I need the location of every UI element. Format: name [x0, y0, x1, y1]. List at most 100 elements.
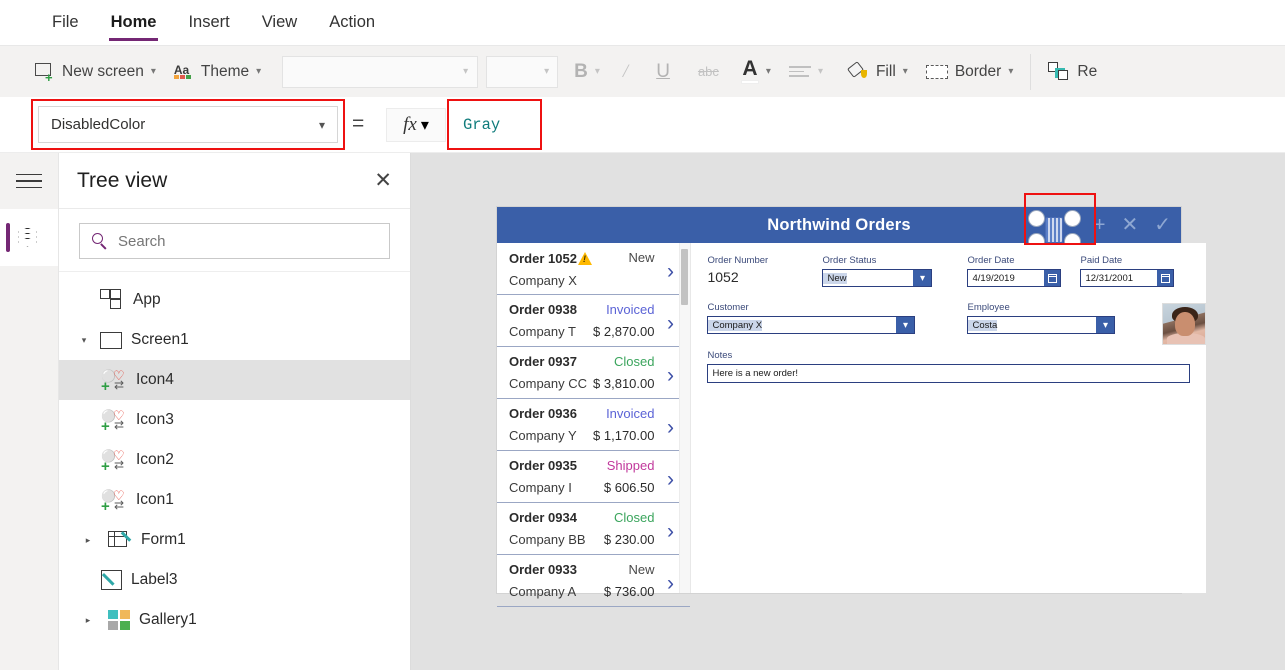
calendar-icon[interactable]	[1157, 270, 1174, 286]
check-icon[interactable]: ✓	[1154, 215, 1171, 235]
gallery-item[interactable]: Order 0936 Company Y Invoiced $ 1,170.00…	[497, 399, 691, 451]
chevron-down-icon[interactable]: ▾	[766, 66, 771, 77]
rail-spacer	[0, 266, 58, 670]
property-selector-value: DisabledColor	[51, 116, 146, 133]
strikethrough-button[interactable]: abc	[684, 46, 733, 97]
gallery-item[interactable]: Order 0937 Company CC Closed $ 3,810.00 …	[497, 347, 691, 399]
italic-button[interactable]: /	[609, 46, 642, 97]
rail-item-tree-view[interactable]	[0, 209, 58, 266]
chevron-right-icon[interactable]: ›	[660, 302, 680, 346]
align-button[interactable]: ▾	[779, 46, 833, 97]
tab-file[interactable]: File	[36, 0, 95, 46]
formula-input[interactable]: Gray	[452, 108, 1277, 142]
cancel-icon[interactable]: ✕	[1121, 215, 1138, 235]
orders-gallery[interactable]: Order 1052 Company X New › Order 0938 Co…	[497, 243, 692, 607]
chevron-down-icon[interactable]: ▾	[1008, 66, 1013, 77]
chevron-down-icon[interactable]: ▾	[1096, 317, 1115, 333]
notes-input[interactable]: Here is a new order!	[707, 364, 1191, 383]
fx-button[interactable]: fx ▾	[386, 108, 446, 142]
underline-button[interactable]: U	[642, 46, 684, 97]
chevron-down-icon[interactable]: ▾	[903, 66, 908, 77]
font-color-button[interactable]: A ▾	[733, 46, 779, 97]
order-number: Order 0935	[509, 458, 577, 473]
tab-insert[interactable]: Insert	[172, 0, 245, 46]
resize-handle-top-right[interactable]	[1064, 210, 1081, 227]
tree-item-icon3[interactable]: ⚪ ♡ + ⇄ Icon3	[59, 400, 410, 440]
gallery-item[interactable]: Order 1052 Company X New ›	[497, 243, 691, 295]
twisty-right-icon[interactable]: ▸	[81, 615, 95, 626]
border-button[interactable]: Border ▾	[917, 46, 1023, 97]
tab-view[interactable]: View	[246, 0, 313, 46]
search-input[interactable]: Search	[79, 223, 390, 259]
tab-view-label: View	[261, 13, 298, 31]
equals-sign: =	[352, 112, 365, 135]
chevron-right-icon[interactable]: ›	[660, 250, 680, 294]
tab-home[interactable]: Home	[95, 0, 173, 46]
app-canvas[interactable]: Northwind Orders + ✕ ✓ Order 1052! Compa…	[411, 153, 1285, 670]
chevron-right-icon[interactable]: ›	[660, 354, 680, 398]
chevron-down-icon[interactable]: ▾	[256, 66, 261, 77]
add-icon[interactable]: +	[1094, 215, 1106, 235]
bold-icon: B	[574, 60, 588, 82]
new-screen-label: New screen	[62, 62, 144, 80]
tree-item-screen1[interactable]: ▾ Screen1	[59, 320, 410, 360]
tree-item-form1[interactable]: ▸ Form1	[59, 520, 410, 560]
gallery-item[interactable]: Order 0938 Company T Invoiced $ 2,870.00…	[497, 295, 691, 347]
chevron-right-icon[interactable]: ›	[660, 458, 680, 502]
font-size-select[interactable]: ▾	[486, 55, 559, 88]
twisty-right-icon[interactable]: ▸	[81, 535, 95, 546]
font-family-select[interactable]: ▾	[282, 55, 479, 88]
tree-item-label3[interactable]: Label3	[59, 560, 410, 600]
resize-handle-top-left[interactable]	[1028, 210, 1045, 227]
gallery-scrollbar[interactable]	[679, 243, 691, 593]
menu-button[interactable]	[0, 153, 58, 209]
strikethrough-icon: abc	[697, 64, 719, 79]
close-icon[interactable]: ✕	[374, 170, 392, 191]
tab-action[interactable]: Action	[313, 0, 391, 46]
order-status: Invoiced	[606, 302, 655, 317]
tree-item-label: Label3	[131, 571, 178, 588]
tree-item-gallery1[interactable]: ▸ Gallery1	[59, 600, 410, 640]
chevron-right-icon[interactable]: ›	[660, 562, 680, 606]
order-form[interactable]: Order Number 1052 Order Status New ▾ Ord…	[691, 243, 1207, 593]
paid-date-input[interactable]: 12/31/2001	[1080, 269, 1175, 287]
order-date-input[interactable]: 4/19/2019	[967, 269, 1062, 287]
twisty-down-icon[interactable]: ▾	[77, 335, 91, 346]
icon-component-icon: ⚪ ♡ + ⇄	[101, 368, 125, 395]
employee-dropdown[interactable]: Costa ▾	[967, 316, 1116, 334]
bold-button[interactable]: B ▾	[558, 46, 609, 97]
calendar-icon[interactable]	[1044, 270, 1061, 286]
chevron-down-icon[interactable]: ▾	[151, 66, 156, 77]
field-value: 4/19/2019	[972, 272, 1015, 284]
chevron-down-icon[interactable]: ▾	[595, 66, 600, 77]
form-icon	[108, 530, 132, 550]
app-preview-frame[interactable]: Northwind Orders + ✕ ✓ Order 1052! Compa…	[497, 207, 1207, 607]
reorder-button[interactable]: Re	[1039, 46, 1106, 97]
order-status: New	[628, 250, 655, 265]
tree-item-icon4[interactable]: ⚪ ♡ + ⇄ Icon4	[59, 360, 410, 400]
theme-button[interactable]: Aa Theme ▾	[165, 46, 270, 97]
customer-dropdown[interactable]: Company X ▾	[707, 316, 916, 334]
tree-item-label: Icon1	[136, 491, 174, 508]
new-screen-button[interactable]: + New screen ▾	[26, 46, 165, 97]
chevron-right-icon[interactable]: ›	[660, 406, 680, 450]
chevron-down-icon[interactable]: ▾	[913, 270, 932, 286]
chevron-right-icon[interactable]: ›	[660, 510, 680, 554]
field-value: 12/31/2001	[1085, 272, 1134, 284]
field-order-number: Order Number 1052	[707, 255, 822, 287]
gallery-item[interactable]: Order 0935 Company I Shipped $ 606.50 ›	[497, 451, 691, 503]
gallery-item[interactable]: Order 0933 Company A New $ 736.00 ›	[497, 555, 691, 607]
search-icon	[92, 233, 108, 250]
tree-item-app[interactable]: ▸ App	[59, 280, 410, 320]
order-status-dropdown[interactable]: New ▾	[822, 269, 933, 287]
property-selector[interactable]: DisabledColor ▾	[38, 106, 338, 143]
field-paid-date: Paid Date 12/31/2001	[1080, 255, 1190, 287]
chevron-down-icon[interactable]: ▾	[818, 66, 823, 77]
fill-button[interactable]: Fill ▾	[833, 46, 917, 97]
gallery-item[interactable]: Order 0934 Company BB Closed $ 230.00 ›	[497, 503, 691, 555]
tree-item-label: Icon3	[136, 411, 174, 428]
chevron-down-icon[interactable]: ▾	[896, 317, 915, 333]
gallery-scrollbar-thumb[interactable]	[681, 249, 689, 305]
tree-item-icon2[interactable]: ⚪ ♡ + ⇄ Icon2	[59, 440, 410, 480]
tree-item-icon1[interactable]: ⚪ ♡ + ⇄ Icon1	[59, 480, 410, 520]
